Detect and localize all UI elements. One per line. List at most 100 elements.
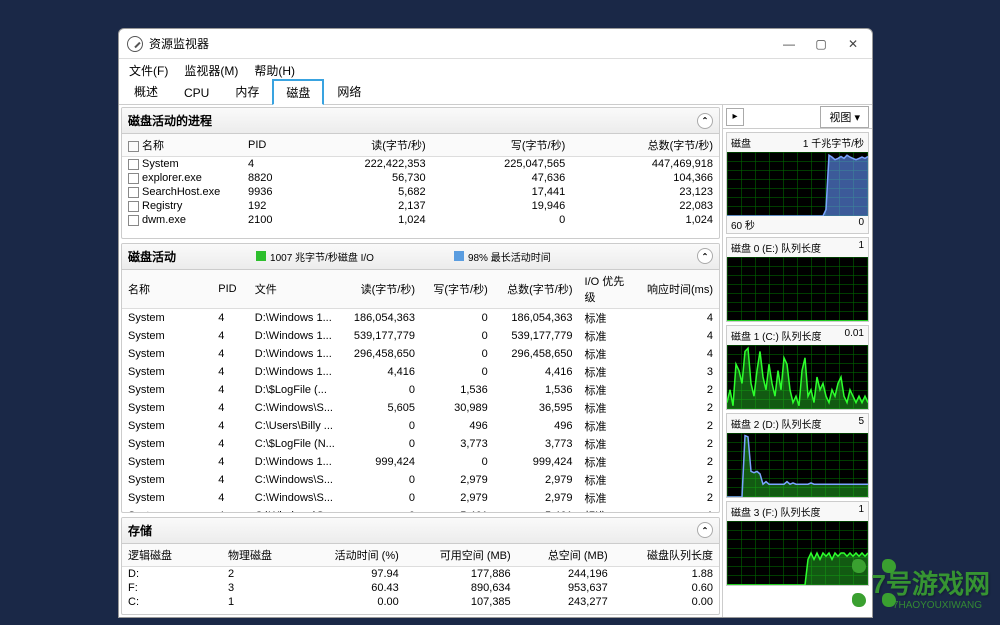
perf-graph: 磁盘 2 (D:) 队列长度 5	[726, 413, 869, 498]
checkbox-icon[interactable]	[128, 215, 139, 226]
section-title: 磁盘活动	[128, 248, 176, 265]
table-row[interactable]: explorer.exe882056,73047,636104,366	[122, 171, 719, 185]
col-file[interactable]: 文件	[249, 270, 341, 309]
col-queue[interactable]: 磁盘队列长度	[614, 544, 719, 567]
content: 磁盘活动的进程 ⌃ 名称 PID 读(字节/秒) 写(字节/秒) 总数(字节/秒…	[119, 105, 872, 617]
col-read[interactable]: 读(字节/秒)	[341, 270, 421, 309]
table-row[interactable]: D:297.94177,886244,1961.88	[122, 566, 719, 581]
collapse-right-icon[interactable]: ▸	[726, 108, 744, 126]
perf-graph: 磁盘 1 (C:) 队列长度0.01	[726, 325, 869, 410]
tab-network[interactable]: 网络	[324, 79, 374, 104]
table-row[interactable]: F:360.43890,634953,6370.60	[122, 581, 719, 595]
table-row[interactable]: System4C:\Windows\S...02,9792,979标准2	[122, 489, 719, 507]
perf-graph: 磁盘1 千兆字节/秒 60 秒0	[726, 132, 869, 234]
active-time-meter: 98% 最长活动时间	[454, 249, 551, 264]
col-logical[interactable]: 逻辑磁盘	[122, 544, 222, 567]
table-row[interactable]: System4D:\Windows 1...539,177,7790539,17…	[122, 327, 719, 345]
col-avail[interactable]: 可用空间 (MB)	[405, 544, 517, 567]
col-name[interactable]: 名称	[122, 270, 212, 309]
close-button[interactable]: ✕	[846, 37, 860, 51]
view-button[interactable]: 视图 ▾	[820, 106, 869, 128]
process-table-scroll[interactable]: 名称 PID 读(字节/秒) 写(字节/秒) 总数(字节/秒) System42…	[122, 134, 719, 239]
table-row[interactable]: System4C:\$LogFile (N...03,7733,773标准2	[122, 435, 719, 453]
table-row[interactable]: System4C:\Windows\S...05,4615,461标准1	[122, 507, 719, 513]
col-name[interactable]: 名称	[122, 134, 242, 157]
graphs-container[interactable]: 磁盘1 千兆字节/秒 60 秒0磁盘 0 (E:) 队列长度1 磁盘 1 (C:…	[723, 129, 872, 617]
table-row[interactable]: System4D:\Windows 1...186,054,3630186,05…	[122, 308, 719, 327]
app-icon	[127, 36, 143, 52]
maximize-button[interactable]: ▢	[814, 37, 828, 51]
section-header[interactable]: 存储 ⌃	[122, 518, 719, 544]
section-active-processes: 磁盘活动的进程 ⌃ 名称 PID 读(字节/秒) 写(字节/秒) 总数(字节/秒…	[121, 107, 720, 239]
activity-table-scroll[interactable]: 名称 PID 文件 读(字节/秒) 写(字节/秒) 总数(字节/秒) I/O 优…	[122, 270, 719, 513]
watermark-text: 7号游戏网	[872, 564, 990, 601]
table-row[interactable]: System4D:\$LogFile (...01,5361,536标准2	[122, 381, 719, 399]
section-title: 存储	[128, 522, 152, 539]
table-row[interactable]: System4D:\Windows 1...4,41604,416标准3	[122, 363, 719, 381]
col-active[interactable]: 活动时间 (%)	[302, 544, 405, 567]
main-panel: 磁盘活动的进程 ⌃ 名称 PID 读(字节/秒) 写(字节/秒) 总数(字节/秒…	[119, 105, 722, 617]
col-total[interactable]: 总数(字节/秒)	[494, 270, 579, 309]
checkbox-icon[interactable]	[128, 201, 139, 212]
table-row[interactable]: Registry1922,13719,94622,083	[122, 199, 719, 213]
graph-scale: 5	[858, 416, 864, 431]
tab-memory[interactable]: 内存	[222, 79, 272, 104]
titlebar[interactable]: 资源监视器 — ▢ ✕	[119, 29, 872, 59]
menubar: 文件(F) 监视器(M) 帮助(H)	[119, 59, 872, 81]
checkbox-icon[interactable]	[128, 187, 139, 198]
col-total[interactable]: 总空间 (MB)	[517, 544, 614, 567]
resource-monitor-window: 资源监视器 — ▢ ✕ 文件(F) 监视器(M) 帮助(H) 概述 CPU 内存…	[118, 28, 873, 618]
collapse-icon[interactable]: ⌃	[697, 248, 713, 264]
col-physical[interactable]: 物理磁盘	[222, 544, 302, 567]
table-row[interactable]: System4D:\Windows 1...296,458,6500296,45…	[122, 345, 719, 363]
graph-scale: 0.01	[845, 328, 864, 343]
window-controls: — ▢ ✕	[782, 37, 860, 51]
graph-title: 磁盘 3 (F:) 队列长度	[731, 504, 820, 519]
table-row[interactable]: dwm.exe21001,02401,024	[122, 213, 719, 227]
collapse-icon[interactable]: ⌃	[697, 522, 713, 538]
activity-table: 名称 PID 文件 读(字节/秒) 写(字节/秒) 总数(字节/秒) I/O 优…	[122, 270, 719, 513]
section-title: 磁盘活动的进程	[128, 112, 212, 129]
table-row[interactable]: System4222,422,353225,047,565447,469,918	[122, 157, 719, 172]
process-table: 名称 PID 读(字节/秒) 写(字节/秒) 总数(字节/秒) System42…	[122, 134, 719, 227]
window-title: 资源监视器	[149, 35, 782, 52]
table-row[interactable]: System4C:\Windows\S...02,9792,979标准2	[122, 471, 719, 489]
col-read[interactable]: 读(字节/秒)	[292, 134, 432, 157]
col-write[interactable]: 写(字节/秒)	[421, 270, 494, 309]
col-prio[interactable]: I/O 优先级	[579, 270, 634, 309]
tab-cpu[interactable]: CPU	[171, 82, 222, 104]
graph-title: 磁盘	[731, 135, 751, 150]
graph-scale: 1	[858, 504, 864, 519]
checkbox-icon[interactable]	[128, 173, 139, 184]
menu-help[interactable]: 帮助(H)	[250, 60, 299, 81]
col-pid[interactable]: PID	[242, 134, 292, 157]
checkbox-icon[interactable]	[128, 141, 139, 152]
right-panel: ▸ 视图 ▾ 磁盘1 千兆字节/秒 60 秒0磁盘 0 (E:) 队列长度1 磁…	[722, 105, 872, 617]
col-resp[interactable]: 响应时间(ms)	[634, 270, 719, 309]
menu-file[interactable]: 文件(F)	[125, 60, 172, 81]
table-row[interactable]: System4D:\Windows 1...999,4240999,424标准2	[122, 453, 719, 471]
table-row[interactable]: System4C:\Users\Billy ...0496496标准2	[122, 417, 719, 435]
collapse-icon[interactable]: ⌃	[697, 113, 713, 129]
col-total[interactable]: 总数(字节/秒)	[571, 134, 719, 157]
storage-table: 逻辑磁盘 物理磁盘 活动时间 (%) 可用空间 (MB) 总空间 (MB) 磁盘…	[122, 544, 719, 609]
section-storage: 存储 ⌃ 逻辑磁盘 物理磁盘 活动时间 (%) 可用空间 (MB) 总空间 (M…	[121, 517, 720, 615]
section-header[interactable]: 磁盘活动 1007 兆字节/秒磁盘 I/O 98% 最长活动时间 ⌃	[122, 244, 719, 270]
graph-title: 磁盘 0 (E:) 队列长度	[731, 240, 821, 255]
graph-title: 磁盘 2 (D:) 队列长度	[731, 416, 822, 431]
section-header[interactable]: 磁盘活动的进程 ⌃	[122, 108, 719, 134]
tab-bar: 概述 CPU 内存 磁盘 网络	[119, 81, 872, 105]
minimize-button[interactable]: —	[782, 37, 796, 51]
storage-table-scroll[interactable]: 逻辑磁盘 物理磁盘 活动时间 (%) 可用空间 (MB) 总空间 (MB) 磁盘…	[122, 544, 719, 615]
section-disk-activity: 磁盘活动 1007 兆字节/秒磁盘 I/O 98% 最长活动时间 ⌃ 名称 PI…	[121, 243, 720, 513]
tab-overview[interactable]: 概述	[121, 79, 171, 104]
perf-graph: 磁盘 0 (E:) 队列长度1	[726, 237, 869, 322]
table-row[interactable]: C:10.00107,385243,2770.00	[122, 595, 719, 609]
table-row[interactable]: SearchHost.exe99365,68217,44123,123	[122, 185, 719, 199]
col-write[interactable]: 写(字节/秒)	[432, 134, 572, 157]
table-row[interactable]: System4C:\Windows\S...5,60530,98936,595标…	[122, 399, 719, 417]
tab-disk[interactable]: 磁盘	[272, 79, 324, 105]
checkbox-icon[interactable]	[128, 159, 139, 170]
menu-monitor[interactable]: 监视器(M)	[180, 60, 242, 81]
col-pid[interactable]: PID	[212, 270, 248, 309]
